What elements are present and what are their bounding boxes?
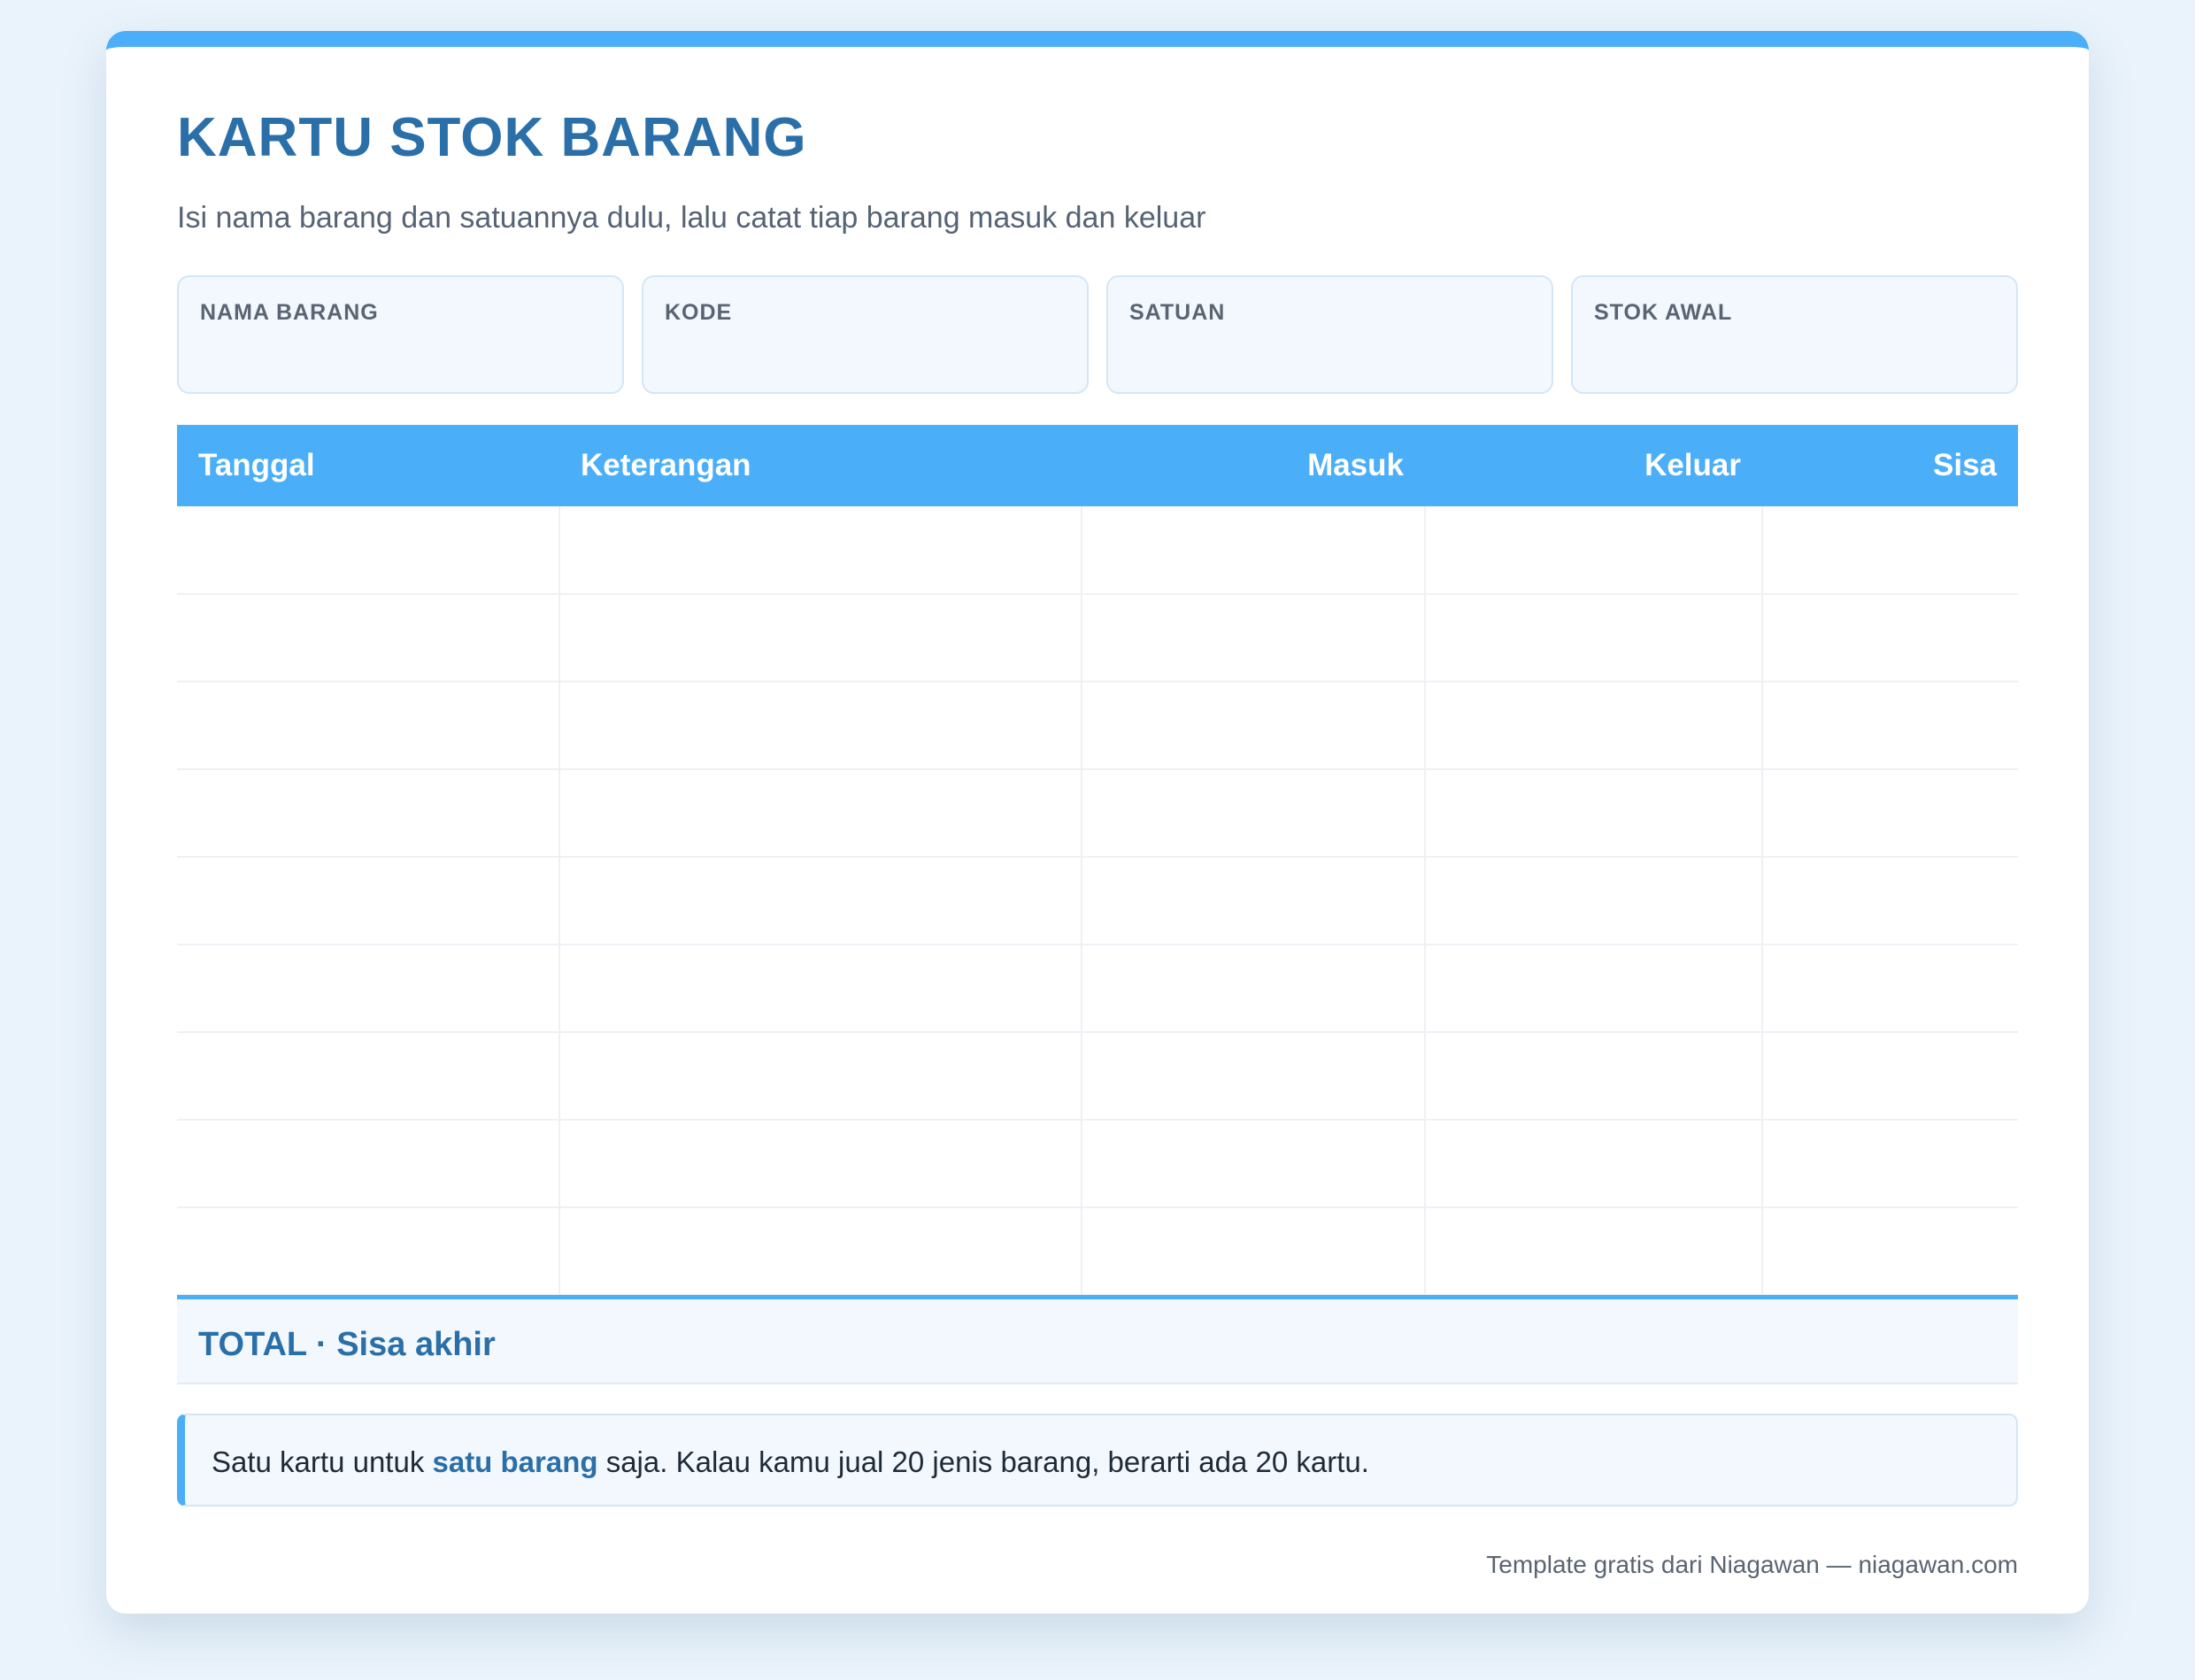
- in-cell[interactable]: [1081, 594, 1425, 682]
- in-cell[interactable]: [1081, 769, 1425, 858]
- note-text: Satu kartu untuk satu barang saja. Kalau…: [212, 1445, 1369, 1479]
- balance-cell[interactable]: [1761, 594, 2018, 682]
- note-text-start: Satu kartu untuk: [212, 1445, 433, 1478]
- field-label: SATUAN: [1129, 300, 1226, 325]
- out-cell[interactable]: [1424, 1207, 1762, 1296]
- date-cell[interactable]: [177, 1120, 559, 1208]
- total-label: TOTAL · Sisa akhir: [198, 1326, 496, 1363]
- balance-cell[interactable]: [1761, 857, 2018, 945]
- table-header-row: Tanggal Keterangan Masuk Keluar Sisa: [177, 425, 2018, 506]
- stock-table: Tanggal Keterangan Masuk Keluar Sisa: [177, 425, 2018, 1296]
- description-cell[interactable]: [558, 944, 1082, 1033]
- out-cell[interactable]: [1424, 682, 1762, 770]
- field-label: NAMA BARANG: [200, 300, 379, 325]
- item-name-field[interactable]: NAMA BARANG: [177, 275, 624, 394]
- column-header-balance: Sisa: [1762, 425, 2018, 506]
- in-cell[interactable]: [1081, 1120, 1425, 1208]
- column-header-out: Keluar: [1425, 425, 1762, 506]
- in-cell[interactable]: [1081, 857, 1425, 945]
- description-cell[interactable]: [558, 506, 1082, 595]
- date-cell[interactable]: [177, 682, 559, 770]
- balance-cell[interactable]: [1761, 682, 2018, 770]
- in-cell[interactable]: [1081, 1032, 1425, 1121]
- out-cell[interactable]: [1424, 857, 1762, 945]
- field-label: STOK AWAL: [1594, 300, 1733, 325]
- table-row: [177, 682, 2018, 770]
- table-row: [177, 594, 2018, 682]
- page-subtitle: Isi nama barang dan satuannya dulu, lalu…: [177, 201, 1206, 235]
- date-cell[interactable]: [177, 1207, 559, 1296]
- total-row: TOTAL · Sisa akhir: [177, 1295, 2018, 1384]
- in-cell[interactable]: [1081, 1207, 1425, 1296]
- footer-credit: Template gratis dari Niagawan — niagawan…: [1486, 1551, 2018, 1578]
- column-header-in: Masuk: [1082, 425, 1425, 506]
- out-cell[interactable]: [1424, 1032, 1762, 1121]
- table-body: [177, 506, 2018, 1296]
- balance-cell[interactable]: [1761, 1032, 2018, 1121]
- date-cell[interactable]: [177, 944, 559, 1033]
- description-cell[interactable]: [558, 594, 1082, 682]
- info-note: Satu kartu untuk satu barang saja. Kalau…: [177, 1414, 2018, 1507]
- out-cell[interactable]: [1424, 506, 1762, 595]
- table-row: [177, 944, 2018, 1033]
- stock-card: KARTU STOK BARANG Isi nama barang dan sa…: [106, 31, 2089, 1614]
- unit-field[interactable]: SATUAN: [1106, 275, 1553, 394]
- in-cell[interactable]: [1081, 506, 1425, 595]
- item-info-fields: NAMA BARANG KODE SATUAN STOK AWAL: [177, 275, 2018, 394]
- balance-cell[interactable]: [1761, 769, 2018, 858]
- balance-cell[interactable]: [1761, 1120, 2018, 1208]
- page-title: KARTU STOK BARANG: [177, 107, 807, 168]
- description-cell[interactable]: [558, 857, 1082, 945]
- table-row: [177, 857, 2018, 945]
- in-cell[interactable]: [1081, 944, 1425, 1033]
- description-cell[interactable]: [558, 682, 1082, 770]
- table-row: [177, 506, 2018, 595]
- balance-cell[interactable]: [1761, 1207, 2018, 1296]
- table-row: [177, 769, 2018, 858]
- balance-cell[interactable]: [1761, 944, 2018, 1033]
- date-cell[interactable]: [177, 1032, 559, 1121]
- initial-stock-field[interactable]: STOK AWAL: [1571, 275, 2018, 394]
- out-cell[interactable]: [1424, 1120, 1762, 1208]
- field-label: KODE: [665, 300, 733, 325]
- description-cell[interactable]: [558, 1032, 1082, 1121]
- date-cell[interactable]: [177, 506, 559, 595]
- table-row: [177, 1032, 2018, 1121]
- item-code-field[interactable]: KODE: [642, 275, 1089, 394]
- description-cell[interactable]: [558, 1207, 1082, 1296]
- date-cell[interactable]: [177, 769, 559, 858]
- out-cell[interactable]: [1424, 769, 1762, 858]
- out-cell[interactable]: [1424, 944, 1762, 1033]
- note-highlight: satu barang: [432, 1445, 598, 1478]
- column-header-date: Tanggal: [177, 425, 559, 506]
- out-cell[interactable]: [1424, 594, 1762, 682]
- note-text-end: saja. Kalau kamu jual 20 jenis barang, b…: [597, 1445, 1369, 1478]
- in-cell[interactable]: [1081, 682, 1425, 770]
- date-cell[interactable]: [177, 857, 559, 945]
- description-cell[interactable]: [558, 1120, 1082, 1208]
- table-row: [177, 1207, 2018, 1296]
- description-cell[interactable]: [558, 769, 1082, 858]
- balance-cell[interactable]: [1761, 506, 2018, 595]
- date-cell[interactable]: [177, 594, 559, 682]
- table-row: [177, 1120, 2018, 1208]
- column-header-description: Keterangan: [559, 425, 1082, 506]
